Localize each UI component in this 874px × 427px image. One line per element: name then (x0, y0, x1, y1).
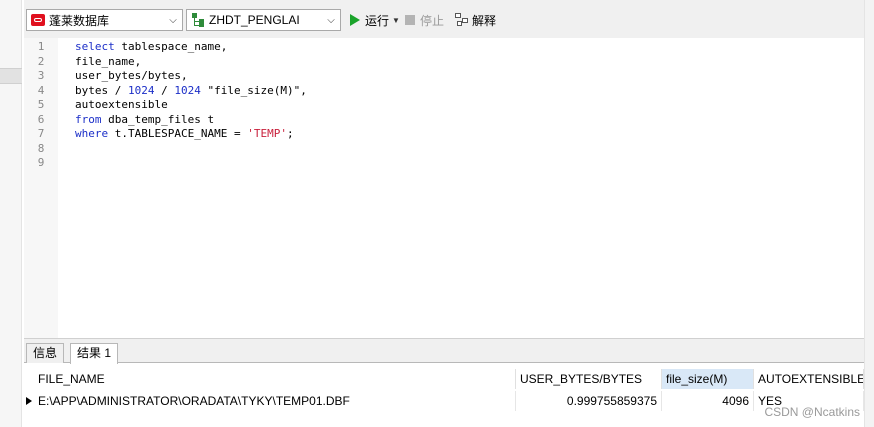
code-line[interactable]: 3 user_bytes/bytes, (24, 69, 864, 84)
schema-select[interactable]: ZHDT_PENGLAI ⌵ (186, 9, 341, 31)
schema-select-value: ZHDT_PENGLAI (209, 13, 300, 27)
run-button[interactable]: 运行 ▼ (350, 11, 400, 29)
code-token: from (75, 112, 102, 126)
cell-user-bytes[interactable]: 0.999755859375 (516, 391, 662, 411)
cell-file-size[interactable]: 4096 (662, 391, 754, 411)
tab-messages[interactable]: 信息 (26, 343, 65, 363)
code-token: 1024 (127, 83, 155, 97)
code-text: from dba_temp_files t (75, 113, 214, 128)
results-pane: 信息 结果 1 FILE_NAME USER_BYTES/BYTES file_… (24, 338, 864, 427)
code-token: select (75, 40, 115, 53)
code-token: autoextensible (75, 98, 168, 111)
stop-button[interactable]: 停止 (405, 11, 444, 29)
code-line[interactable]: 1 select tablespace_name, (24, 40, 864, 55)
run-button-label: 运行 (365, 13, 390, 28)
column-header-file-size[interactable]: file_size(M) (662, 369, 754, 389)
right-panel-strip (864, 0, 874, 427)
table-row[interactable]: E:\APP\ADMINISTRATOR\ORADATA\TYKY\TEMP01… (24, 391, 864, 411)
code-line[interactable]: 5 autoextensible (24, 98, 864, 113)
code-line[interactable]: 7 where t.TABLESPACE_NAME = 'TEMP'; (24, 127, 864, 142)
line-number: 5 (37, 98, 45, 111)
tab-result-1[interactable]: 结果 1 (70, 343, 119, 364)
code-line[interactable]: 9 (24, 156, 864, 171)
code-token: tablespace_name, (114, 40, 228, 53)
column-header-autoextensible[interactable]: AUTOEXTENSIBLE (754, 369, 864, 389)
code-text: bytes / 1024 / 1024 "file_size(M)", (75, 84, 307, 99)
column-header-file-name[interactable]: FILE_NAME (34, 369, 516, 389)
line-number: 3 (37, 69, 45, 82)
code-line[interactable]: 8 (24, 142, 864, 157)
line-number: 6 (37, 112, 45, 126)
cell-file-name[interactable]: E:\APP\ADMINISTRATOR\ORADATA\TYKY\TEMP01… (34, 391, 516, 411)
line-number: 4 (37, 83, 45, 97)
chevron-down-icon[interactable]: ⌵ (164, 10, 182, 30)
explain-button[interactable]: 解释 (455, 11, 496, 29)
code-token: "file_size(M)", (200, 83, 307, 97)
current-row-pointer-icon (26, 397, 32, 405)
connection-select[interactable]: 蓬莱数据库 ⌵ (26, 9, 183, 31)
stop-icon (405, 15, 415, 25)
line-number: 8 (37, 141, 45, 155)
code-token: user_bytes/bytes, (75, 69, 188, 82)
oracle-database-icon (31, 14, 45, 26)
column-header-user-bytes[interactable]: USER_BYTES/BYTES (516, 369, 662, 389)
code-text: user_bytes/bytes, (75, 69, 188, 84)
code-line[interactable]: 2 file_name, (24, 55, 864, 70)
code-text: select tablespace_name, (75, 40, 227, 55)
code-text: autoextensible (75, 98, 168, 113)
connection-select-value: 蓬莱数据库 (49, 13, 110, 28)
code-token: / (154, 83, 175, 97)
line-number: 1 (37, 40, 45, 53)
left-panel-tab[interactable] (0, 68, 22, 84)
left-panel-strip (0, 0, 22, 427)
line-number: 7 (37, 127, 45, 140)
code-text: file_name, (75, 55, 141, 70)
query-window: 蓬莱数据库 ⌵ ZHDT_PENGLAI ⌵ 运行 ▼ 停止 解释 1 sele… (24, 0, 864, 427)
explain-plan-icon (455, 13, 469, 27)
play-icon (350, 14, 360, 26)
stop-button-label: 停止 (420, 13, 445, 28)
code-token: where (75, 127, 109, 140)
chevron-down-icon[interactable]: ⌵ (322, 10, 340, 30)
explain-button-label: 解释 (472, 13, 497, 28)
sql-editor[interactable]: 1 select tablespace_name, 2 file_name, 3 user… (24, 38, 864, 338)
line-number: 9 (37, 156, 45, 169)
watermark: CSDN @Ncatkins (764, 405, 860, 419)
results-tabs: 信息 结果 1 (24, 339, 864, 364)
code-line[interactable]: 4 bytes / 1024 / 1024 "file_size(M)", (24, 84, 864, 99)
code-line[interactable]: 6 from dba_temp_files t (24, 113, 864, 128)
code-token: 'TEMP' (247, 127, 287, 140)
code-token: file_name, (75, 54, 142, 68)
code-token: dba_temp_files t (101, 112, 215, 126)
code-token: 1024 (174, 83, 201, 97)
dropdown-caret-icon[interactable]: ▼ (392, 16, 400, 25)
line-number: 2 (37, 54, 45, 68)
code-token: t.TABLESPACE_NAME = (108, 127, 248, 140)
schema-icon (191, 13, 205, 27)
code-text: where t.TABLESPACE_NAME = 'TEMP'; (75, 127, 294, 142)
code-token: bytes / (75, 83, 128, 97)
grid-header-row: FILE_NAME USER_BYTES/BYTES file_size(M) … (24, 369, 864, 389)
toolbar: 蓬莱数据库 ⌵ ZHDT_PENGLAI ⌵ 运行 ▼ 停止 解释 (24, 0, 864, 38)
code-token: ; (286, 127, 294, 140)
